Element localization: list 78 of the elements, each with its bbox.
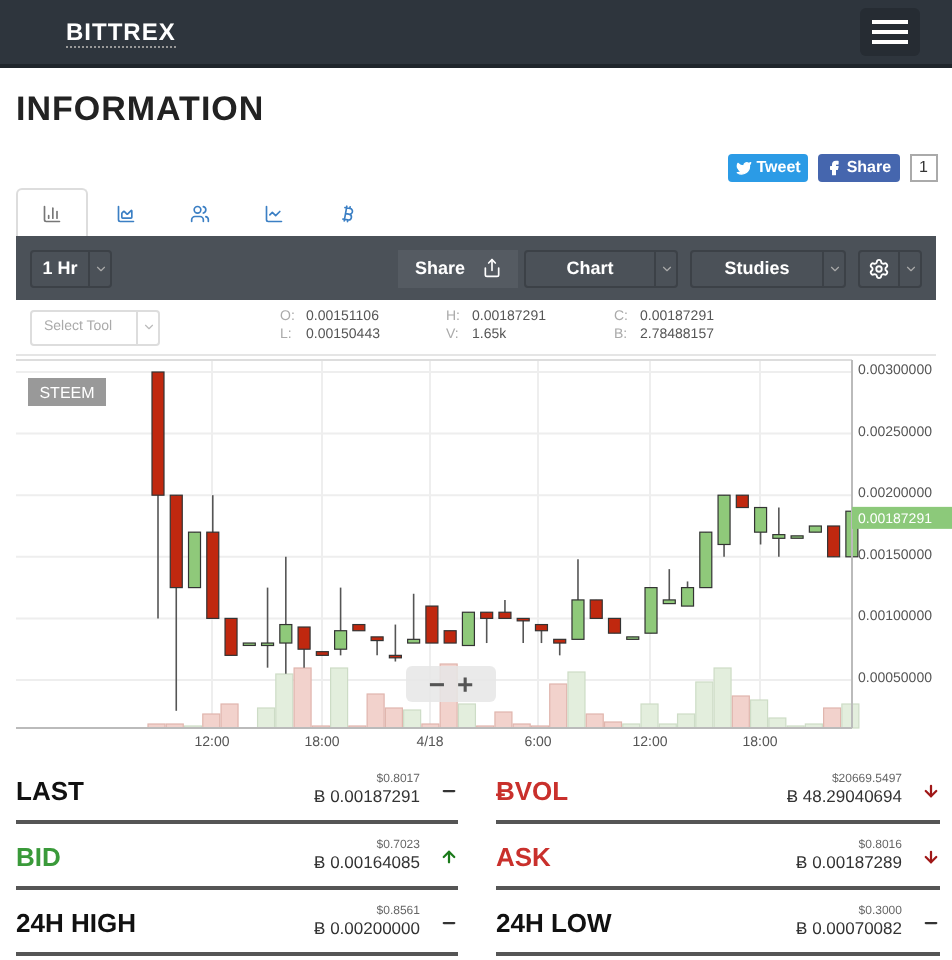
candle <box>553 638 567 657</box>
facebook-icon <box>826 159 843 175</box>
down-arrow-icon <box>922 847 940 865</box>
share-button[interactable]: Share <box>398 249 518 287</box>
bird-icon <box>736 159 753 175</box>
candle <box>516 617 530 644</box>
candle <box>480 611 494 644</box>
symbol-label: STEEM <box>28 378 106 406</box>
stat-label: LAST <box>16 775 86 805</box>
candle <box>461 611 476 647</box>
caret-icon <box>827 261 841 275</box>
area-chart-icon <box>116 203 136 223</box>
menu-button[interactable] <box>860 8 920 56</box>
candle <box>334 586 348 657</box>
candle <box>443 629 457 644</box>
candle <box>589 599 603 620</box>
facebook-share-button[interactable]: Share <box>818 153 900 181</box>
caret-icon <box>141 320 155 334</box>
up-arrow-icon <box>440 847 458 865</box>
candle <box>571 558 585 641</box>
zoom-in-button[interactable]: + <box>457 670 474 698</box>
candle <box>626 636 640 641</box>
share-icon <box>481 258 501 278</box>
btc-price: Ƀ 0.00187291 <box>314 786 420 806</box>
stat-label: ASK <box>496 841 553 871</box>
candle <box>352 623 366 632</box>
candle <box>242 642 256 647</box>
users-icon <box>190 203 210 223</box>
stat-label: BID <box>16 841 63 871</box>
bar-chart-icon <box>42 203 62 223</box>
down-arrow-icon <box>922 781 940 799</box>
candle <box>260 586 275 669</box>
candle <box>187 531 202 589</box>
candle <box>827 525 841 558</box>
stat-label: 24H HIGH <box>16 907 138 937</box>
studies-dropdown[interactable]: Studies <box>690 249 846 287</box>
candle <box>498 599 512 620</box>
bitcoin-icon <box>338 203 358 223</box>
settings-icon <box>868 257 890 279</box>
candle <box>370 636 384 657</box>
candle <box>699 531 713 589</box>
candle <box>754 506 768 546</box>
btc-price: Ƀ 0.00070082 <box>796 918 902 938</box>
zoom-out-button[interactable]: − <box>428 670 445 698</box>
logo[interactable]: BITTREX <box>66 17 176 47</box>
stat-label: ɃVOL <box>496 775 571 805</box>
line-chart-icon <box>264 203 284 223</box>
candle <box>425 605 439 644</box>
caret-icon <box>93 261 107 275</box>
candle <box>680 580 695 607</box>
stat-label: 24H LOW <box>496 907 614 937</box>
candle <box>772 506 786 558</box>
candle <box>644 586 658 634</box>
page-title: INFORMATION <box>14 88 267 132</box>
chart-dropdown[interactable]: Chart <box>524 249 678 287</box>
candle <box>407 592 421 644</box>
btc-price: Ƀ 48.29040694 <box>786 786 902 806</box>
caret-icon <box>659 261 673 275</box>
candle <box>388 623 402 663</box>
candle <box>279 556 293 675</box>
btc-price: Ƀ 0.00200000 <box>314 918 420 938</box>
candle <box>224 617 238 657</box>
candle <box>735 494 749 509</box>
candle <box>297 626 311 669</box>
settings-dropdown[interactable] <box>858 249 922 287</box>
btc-price: Ƀ 0.00187289 <box>796 852 902 872</box>
candle <box>534 623 549 644</box>
btc-price: Ƀ 0.00164085 <box>314 852 420 872</box>
interval-dropdown[interactable]: 1 Hr <box>30 249 112 287</box>
candle <box>315 650 329 657</box>
candle <box>808 525 822 533</box>
share-count: 1 <box>909 153 938 181</box>
candle <box>607 617 622 634</box>
candle <box>662 568 676 605</box>
candle <box>206 494 220 620</box>
caret-icon <box>903 261 917 275</box>
candle <box>717 494 731 558</box>
chart-tab[interactable] <box>16 188 88 236</box>
